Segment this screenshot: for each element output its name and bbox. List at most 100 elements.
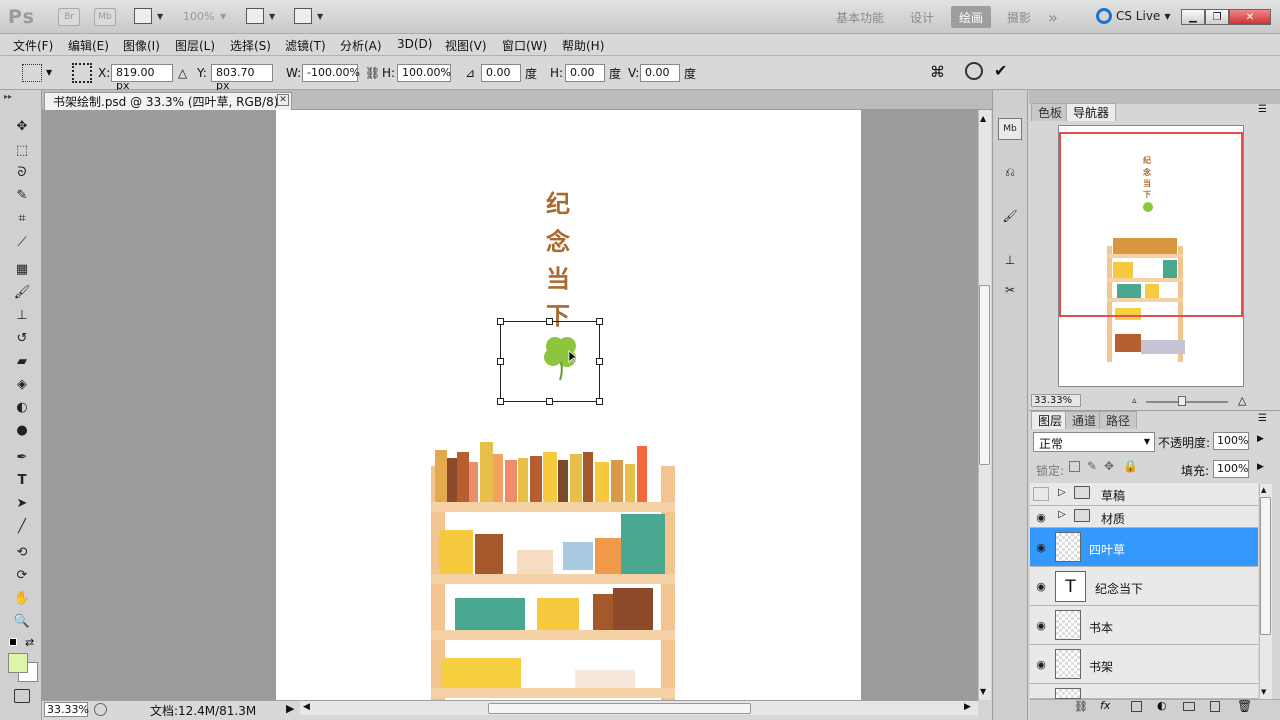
eyedropper-tool-icon[interactable]: ⟋ <box>10 232 34 252</box>
width-input[interactable]: -100.00% <box>302 64 360 82</box>
scroll-left-icon[interactable]: ◀ <box>303 702 310 712</box>
rotate-angle-input[interactable]: 0.00 <box>481 64 521 82</box>
scroll-up-icon[interactable]: ▲ <box>1261 486 1266 494</box>
zoom-in-icon[interactable]: △ <box>1238 394 1246 407</box>
tab-swatches[interactable]: 色板 <box>1031 103 1070 121</box>
menu-analysis[interactable]: 分析(A) <box>340 37 382 54</box>
cs-live-menu[interactable]: CS Live ▼ <box>1096 8 1170 24</box>
mini-bridge-panel-icon[interactable]: Mb <box>998 118 1022 140</box>
lock-position-icon[interactable]: ✥ <box>1104 459 1114 473</box>
zoom-out-icon[interactable]: ▵ <box>1132 396 1137 406</box>
zoom-slider-thumb[interactable] <box>1178 396 1186 406</box>
document-tab[interactable]: 书架绘制.psd @ 33.3% (四叶草, RGB/8) * <box>44 92 292 110</box>
panel-menu-icon[interactable]: ☰ <box>1258 104 1267 115</box>
link-layers-icon[interactable]: ⛓ <box>1074 700 1088 713</box>
arrange-documents-icon[interactable] <box>246 8 264 24</box>
eraser-tool-icon[interactable]: ▰ <box>10 351 34 371</box>
menu-layer[interactable]: 图层(L) <box>175 37 215 54</box>
lock-all-icon[interactable]: 🔒 <box>1123 459 1138 473</box>
warp-mode-icon[interactable]: ⌘ <box>930 63 945 81</box>
fill-input[interactable]: 100% <box>1213 460 1249 478</box>
close-icon[interactable]: ✕ <box>1229 9 1271 25</box>
lock-transparency-icon[interactable] <box>1069 461 1080 472</box>
clone-source-panel-icon[interactable]: ⊥ <box>998 249 1022 271</box>
expand-group-icon[interactable]: ▷ <box>1058 509 1066 520</box>
quick-mask-icon[interactable] <box>14 689 30 703</box>
scroll-down-icon[interactable]: ▼ <box>1261 688 1266 696</box>
menu-image[interactable]: 图像(I) <box>123 37 160 54</box>
tab-navigator[interactable]: 导航器 <box>1066 103 1117 121</box>
commit-transform-icon[interactable]: ✔ <box>994 61 1007 80</box>
chevron-down-icon[interactable]: ▼ <box>269 12 275 21</box>
panel-menu-icon[interactable]: ☰ <box>1258 413 1267 424</box>
3d-rotate-tool-icon[interactable]: ⟲ <box>10 542 34 562</box>
tab-paths[interactable]: 路径 <box>1099 411 1138 429</box>
extras-icon[interactable] <box>134 8 152 24</box>
layers-scroll-thumb[interactable] <box>1260 497 1271 635</box>
lock-pixels-icon[interactable]: ✎ <box>1087 459 1097 473</box>
x-position-input[interactable]: 819.00 px <box>111 64 173 92</box>
add-mask-icon[interactable] <box>1131 701 1142 712</box>
workspace-painting[interactable]: 绘画 <box>951 6 992 28</box>
y-position-input[interactable]: 803.70 px <box>211 64 273 92</box>
status-zoom-field[interactable]: 33.33% <box>44 702 89 717</box>
navigator-zoom-field[interactable]: 33.33% <box>1031 394 1081 407</box>
transform-handle[interactable] <box>596 318 603 325</box>
pen-tool-icon[interactable]: ✒ <box>10 447 34 467</box>
transform-handle[interactable] <box>497 398 504 405</box>
scroll-right-icon[interactable]: ▶ <box>964 702 971 712</box>
fill-slider-icon[interactable]: ▶ <box>1257 462 1264 472</box>
line-tool-icon[interactable]: ╱ <box>10 516 34 536</box>
menu-window[interactable]: 窗口(W) <box>502 37 547 54</box>
workspace-photography[interactable]: 摄影 <box>999 6 1039 28</box>
more-workspaces-icon[interactable]: » <box>1040 6 1066 28</box>
marquee-tool-icon[interactable]: ⬚ <box>10 140 34 160</box>
chevron-down-icon[interactable]: ▼ <box>157 12 163 21</box>
3d-orbit-tool-icon[interactable]: ⟳ <box>10 565 34 585</box>
eye-icon[interactable]: ◉ <box>1033 539 1049 555</box>
chevron-down-icon[interactable]: ▼ <box>317 12 323 21</box>
swap-colors-icon[interactable]: ⇄ <box>25 636 34 649</box>
status-info-icon[interactable] <box>94 703 107 716</box>
zoom-tool-icon[interactable]: 🔍 <box>10 611 34 631</box>
v-skew-input[interactable]: 0.00 <box>640 64 680 82</box>
type-tool-icon[interactable]: T <box>10 470 34 490</box>
tab-channels[interactable]: 通道 <box>1065 411 1104 429</box>
menu-select[interactable]: 选择(S) <box>230 37 271 54</box>
transform-handle[interactable] <box>497 358 504 365</box>
opacity-input[interactable]: 100% <box>1213 432 1249 450</box>
reference-point-icon[interactable] <box>72 63 92 83</box>
close-icon[interactable]: ✕ <box>277 94 289 106</box>
free-transform-box[interactable] <box>500 321 600 402</box>
tool-preset-icon[interactable] <box>22 64 42 82</box>
move-tool-icon[interactable]: ✥ <box>10 116 34 136</box>
blend-mode-select[interactable]: 正常 ▼ <box>1033 432 1155 452</box>
menu-help[interactable]: 帮助(H) <box>562 37 604 54</box>
eye-icon[interactable]: ◉ <box>1033 656 1049 672</box>
link-icon[interactable]: ⛓ <box>365 66 380 80</box>
healing-brush-tool-icon[interactable]: ▦ <box>10 259 34 279</box>
history-brush-tool-icon[interactable]: ↺ <box>10 328 34 348</box>
path-select-tool-icon[interactable]: ➤ <box>10 493 34 513</box>
cancel-transform-icon[interactable] <box>965 62 983 80</box>
workspace-essentials[interactable]: 基本功能 <box>828 6 892 28</box>
tab-layers[interactable]: 图层 <box>1031 411 1070 429</box>
vertical-scroll-thumb[interactable] <box>979 285 990 465</box>
restore-icon[interactable]: ❐ <box>1205 9 1229 25</box>
status-menu-icon[interactable]: ▶ <box>286 702 294 715</box>
eye-icon[interactable]: ◉ <box>1033 578 1049 594</box>
expand-group-icon[interactable]: ▷ <box>1058 487 1066 498</box>
menu-3d[interactable]: 3D(D) <box>397 37 432 51</box>
sponge-tool-icon[interactable]: ● <box>10 420 34 440</box>
new-layer-icon[interactable] <box>1210 701 1220 712</box>
foreground-color-swatch[interactable] <box>8 653 28 673</box>
default-colors-icon[interactable] <box>9 638 17 646</box>
delete-layer-icon[interactable]: 🗑 <box>1237 699 1252 713</box>
quick-select-tool-icon[interactable]: ✎ <box>10 185 34 205</box>
brush-tool-icon[interactable]: 🖌 <box>10 282 34 302</box>
navigator-view-box[interactable] <box>1059 132 1243 317</box>
menu-view[interactable]: 视图(V) <box>445 37 487 54</box>
hand-tool-icon[interactable]: ✋ <box>10 588 34 608</box>
relative-position-icon[interactable]: △ <box>178 66 187 80</box>
tool-presets-panel-icon[interactable]: ✂ <box>998 279 1022 301</box>
